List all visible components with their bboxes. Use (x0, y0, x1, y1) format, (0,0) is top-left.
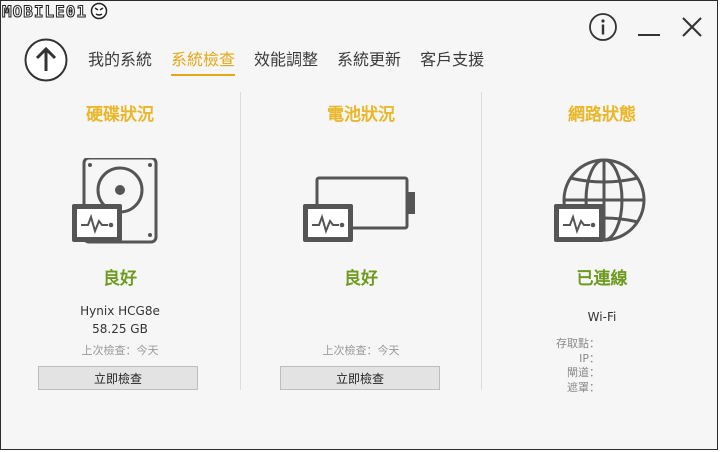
disk-icon-area (0, 156, 240, 248)
disk-last-check: 上次檢查：今天 (81, 344, 159, 357)
back-button[interactable] (24, 38, 68, 82)
tab-my-system[interactable]: 我的系統 (88, 46, 152, 76)
battery-title: 電池狀況 (327, 105, 395, 125)
hard-drive-icon (72, 156, 158, 244)
watermark-logo-icon (90, 2, 108, 20)
tab-system-update[interactable]: 系統更新 (337, 46, 401, 76)
battery-icon-area (241, 158, 481, 248)
watermark: MOBILE01 (1, 1, 109, 21)
network-type: Wi-Fi (587, 310, 617, 324)
info-icon (589, 13, 617, 41)
network-title: 網路狀態 (568, 105, 636, 125)
minimize-icon (638, 34, 660, 36)
disk-title: 硬碟狀況 (86, 105, 154, 125)
network-access-point-label: 存取點： (556, 337, 600, 350)
disk-panel: 硬碟狀況 良好 Hynix HCG8e 58.25 GB 上次檢查：今天 (0, 92, 240, 392)
disk-check-now-button[interactable]: 立即檢查 (38, 366, 198, 390)
battery-check-now-button[interactable]: 立即檢查 (280, 366, 440, 390)
tab-bar: 我的系統 系統檢查 效能調整 系統更新 客戶支援 (88, 46, 503, 76)
info-button[interactable] (586, 10, 620, 44)
watermark-text: MOBILE01 (1, 1, 88, 21)
close-icon (682, 17, 702, 37)
network-mask-label: 遮罩： (567, 380, 600, 394)
network-details: 存取點： IP： 閘道： 遮罩： (484, 337, 600, 395)
battery-status: 良好 (344, 269, 378, 289)
disk-capacity: 58.25 GB (92, 322, 148, 336)
network-status: 已連線 (576, 269, 628, 289)
tab-system-check[interactable]: 系統檢查 (171, 46, 236, 76)
battery-panel: 電池狀況 良好 上次檢查：今天 (241, 92, 481, 392)
network-ip-label: IP： (579, 351, 600, 365)
battery-last-check: 上次檢查：今天 (322, 344, 400, 357)
tab-support[interactable]: 客戶支援 (420, 46, 484, 76)
network-icon-area (482, 158, 720, 248)
globe-icon (554, 158, 646, 242)
close-button[interactable] (675, 10, 709, 44)
arrow-up-icon (24, 38, 68, 82)
tab-performance[interactable]: 效能調整 (254, 46, 318, 76)
battery-icon (303, 176, 415, 242)
disk-model: Hynix HCG8e (80, 304, 160, 318)
network-gateway-label: 閘道： (567, 366, 600, 379)
minimize-button[interactable] (632, 10, 666, 44)
disk-status: 良好 (103, 269, 137, 289)
